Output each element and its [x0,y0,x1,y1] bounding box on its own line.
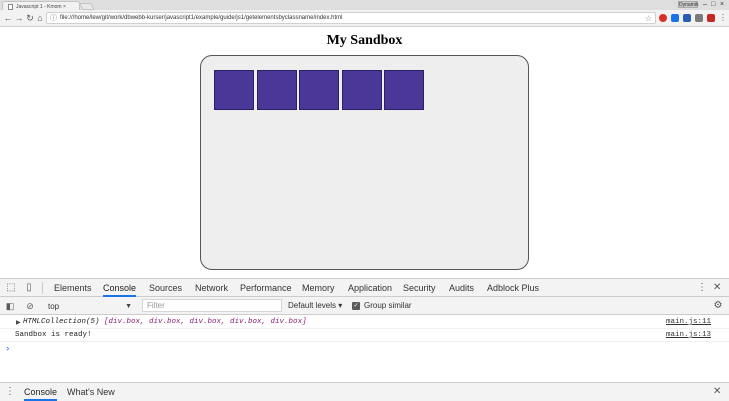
console-message-text[interactable]: HTMLCollection(5) [div.box, div.box, div… [23,316,307,329]
gear-icon[interactable]: ⚙ [712,300,724,312]
sidebar-toggle-icon[interactable]: ◧ [4,300,16,312]
home-icon[interactable]: ⌂ [34,12,46,24]
tab-title: Javascript 1 - Kmom × [16,3,66,10]
purple-box [384,70,424,110]
tab-adblock-plus[interactable]: Adblock Plus [487,279,539,297]
purple-box [257,70,297,110]
purple-box [214,70,254,110]
adblock-icon[interactable] [659,14,667,22]
browser-toolbar: ← → ↻ ⌂ ⓘ file:///home/lew/git/work/dbwe… [0,10,729,27]
close-drawer-icon[interactable]: ✕ [713,385,721,399]
tab-elements[interactable]: Elements [54,279,92,297]
extension-icon[interactable] [695,14,703,22]
expand-arrow-icon[interactable]: ▶ [16,316,21,329]
browser-tabstrip: Javascript 1 - Kmom × Dynamik – □ × [0,0,729,11]
tab-console[interactable]: Console [103,279,137,297]
console-output: ▶ HTMLCollection(5) [div.box, div.box, d… [0,316,729,342]
devtools-panel: ⬚ ▯ Elements Console Sources Network Per… [0,278,729,401]
drawer-menu-icon[interactable]: ⋮ [4,386,16,398]
group-similar-checkbox[interactable]: ✓ [352,302,360,310]
extension-icon[interactable] [683,14,691,22]
console-message-text: Sandbox is ready! [15,331,92,339]
inspect-element-icon[interactable]: ⬚ [5,282,17,294]
page-title: My Sandbox [326,33,403,48]
console-message: Sandbox is ready! main.js:13 [0,329,729,342]
source-link[interactable]: main.js:11 [666,316,711,329]
console-filter-input[interactable] [142,299,282,312]
page-viewport: My Sandbox [0,27,729,278]
profile-button[interactable]: Dynamik [678,1,698,8]
purple-box [342,70,382,110]
devtools-drawer: ⋮ Console What's New ✕ [0,382,729,401]
new-tab-button[interactable] [79,3,95,10]
address-bar[interactable]: ⓘ file:///home/lew/git/work/dbwebb-kurse… [46,12,656,24]
devtools-menu-icon[interactable]: ⋮ [697,281,707,295]
devtools-tabbar: ⬚ ▯ Elements Console Sources Network Per… [0,279,729,297]
tab-security[interactable]: Security [403,279,436,297]
minimize-icon[interactable]: – [703,0,707,9]
bookmark-star-icon[interactable]: ☆ [645,13,652,24]
device-toolbar-icon[interactable]: ▯ [23,282,35,294]
log-levels-dropdown[interactable]: Default levels ▾ [288,297,342,315]
console-filter-bar: ◧ ⊘ top ▼ Default levels ▾ ✓ Group simil… [0,297,729,315]
close-window-icon[interactable]: × [720,0,724,9]
dropdown-arrow-icon: ▼ [125,303,132,310]
collection-items: [div.box, div.box, div.box, div.box, div… [104,318,307,326]
tab-memory[interactable]: Memory [302,279,335,297]
console-prompt[interactable]: › [5,344,10,354]
collection-label: HTMLCollection(5) [23,318,100,326]
url-text: file:///home/lew/git/work/dbwebb-kurser/… [60,15,343,21]
file-icon: ⓘ [50,15,57,22]
context-selector[interactable]: top ▼ [43,299,135,312]
tab-performance[interactable]: Performance [240,279,292,297]
drawer-tab-whats-new[interactable]: What's New [67,383,115,401]
divider [42,282,43,294]
tab-network[interactable]: Network [195,279,228,297]
tab-sources[interactable]: Sources [149,279,182,297]
extension-icon[interactable] [671,14,679,22]
purple-box [299,70,339,110]
drawer-tab-console[interactable]: Console [24,383,58,401]
tab-application[interactable]: Application [348,279,392,297]
source-link[interactable]: main.js:13 [666,329,711,342]
shield-icon[interactable] [707,14,715,22]
tab-audits[interactable]: Audits [449,279,474,297]
maximize-icon[interactable]: □ [711,0,715,9]
close-devtools-icon[interactable]: ✕ [713,281,721,295]
sandbox-container [200,55,529,270]
browser-menu-icon[interactable]: ⋮ [719,13,727,22]
clear-console-icon[interactable]: ⊘ [24,300,36,312]
console-message: ▶ HTMLCollection(5) [div.box, div.box, d… [0,316,729,329]
group-similar-label: Group similar [364,301,412,310]
page-icon [8,3,13,10]
context-value: top [48,302,60,311]
